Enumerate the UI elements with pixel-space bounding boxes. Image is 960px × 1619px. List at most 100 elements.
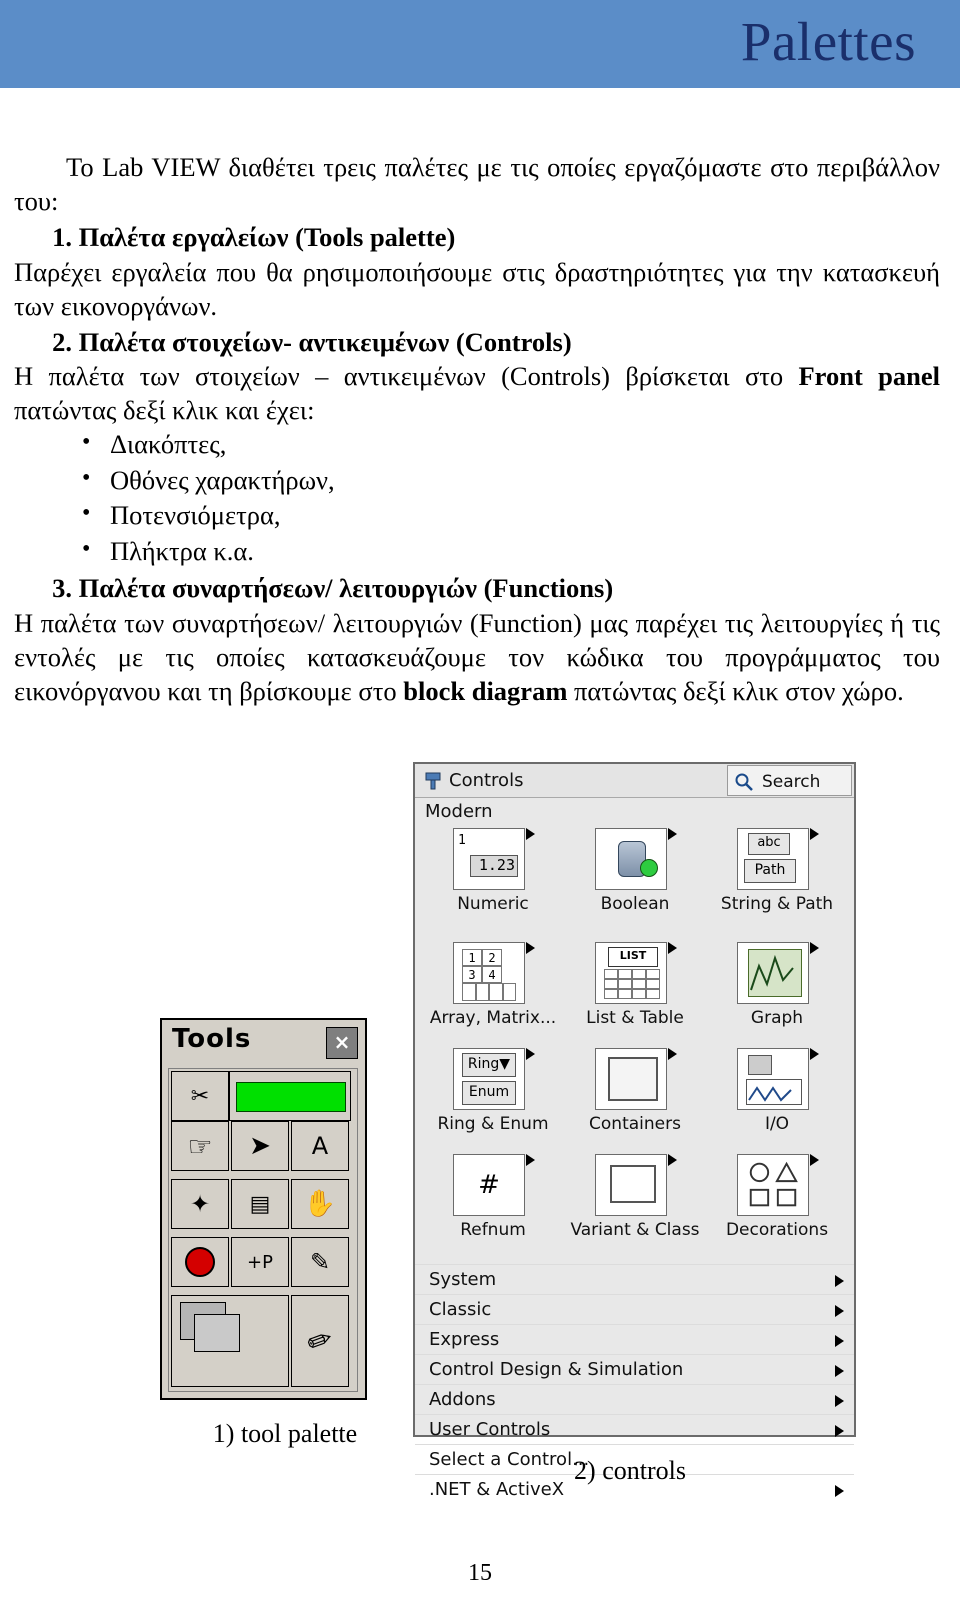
palette-item-label: Graph [750, 1008, 804, 1028]
operate-value-tool[interactable]: ✂ [171, 1071, 229, 1121]
chevron-right-icon [810, 1154, 819, 1166]
color-copy-tool[interactable]: ✎ [291, 1237, 349, 1287]
ring-chip: Ring▼ [462, 1053, 516, 1077]
numeric-icon: 1 1.23 [453, 828, 525, 890]
intro-paragraph: Το Lab VIEW διαθέτει τρεις παλέτες με τι… [14, 150, 940, 218]
breakpoint-tool[interactable] [171, 1237, 229, 1287]
list-chip: LIST [608, 947, 658, 967]
scroll-tool[interactable]: ✋ [291, 1179, 349, 1229]
controls-category-label: Modern [425, 801, 493, 822]
category-label: Addons [429, 1389, 496, 1410]
paintbrush-tool[interactable]: ✏ [291, 1295, 349, 1387]
item-3-text-b: block diagram [403, 675, 568, 706]
controls-category-modern[interactable]: Modern [415, 799, 854, 827]
io-icon [737, 1048, 809, 1110]
palette-item-ring-enum[interactable]: Ring▼ Enum Ring & Enum [423, 1048, 563, 1156]
category-row-classic[interactable]: Classic [415, 1294, 854, 1324]
palette-item-label: Boolean [600, 894, 670, 914]
positioning-tool[interactable]: ➤ [231, 1121, 289, 1171]
palette-item-boolean[interactable]: Boolean [565, 828, 705, 936]
hand-pointer-icon: ☞ [187, 1129, 213, 1163]
palette-item-label: Numeric [457, 894, 529, 914]
search-button[interactable]: Search [727, 765, 852, 796]
object-shortcut-menu-tool[interactable]: ▤ [231, 1179, 289, 1229]
graph-plot-area [748, 949, 802, 997]
wiring-tool[interactable]: ✦ [171, 1179, 229, 1229]
item-3-heading-line: 3. Παλέτα συναρτήσεων/ λειτουργιών (Func… [14, 571, 940, 605]
category-row-addons[interactable]: Addons [415, 1384, 854, 1414]
text-a-icon: A [311, 1132, 329, 1160]
search-label: Search [762, 772, 821, 792]
palette-item-array-matrix[interactable]: 1234 Array, Matrix... [423, 942, 563, 1050]
chevron-right-icon [835, 1485, 844, 1497]
scissors-icon: ✂ [190, 1083, 210, 1109]
palette-item-list-table[interactable]: LIST List & Table [565, 942, 705, 1050]
category-label: Express [429, 1329, 500, 1350]
chevron-right-icon [526, 1154, 535, 1166]
palette-item-label: I/O [764, 1114, 790, 1134]
palette-item-graph[interactable]: Graph [707, 942, 847, 1050]
boolean-icon [595, 828, 667, 890]
palette-item-label: List & Table [586, 1008, 684, 1028]
string-path-icon: abc Path [737, 828, 809, 890]
pin-icon[interactable] [423, 771, 443, 791]
palette-item-containers[interactable]: Containers [565, 1048, 705, 1156]
palette-item-string-path[interactable]: abc Path String & Path [707, 828, 847, 936]
item-2-heading: Παλέτα στοιχείων- αντικειμένων (Controls… [78, 326, 572, 357]
category-row-control-design[interactable]: Control Design & Simulation [415, 1354, 854, 1384]
chevron-right-icon [668, 942, 677, 954]
item-2-text-b: Front panel [798, 361, 940, 392]
list-item: Οθόνες χαρακτήρων, [82, 462, 940, 499]
tools-palette[interactable]: Tools × ✂ ☞ ➤ A ✦ ▤ ✋ +P ✎ ✏ [160, 1018, 367, 1400]
table-grid [604, 969, 660, 999]
item-1-heading: Παλέτα εργαλείων (Tools palette) [78, 222, 456, 253]
hand-tool[interactable]: ☞ [171, 1121, 229, 1171]
enum-chip: Enum [462, 1081, 516, 1105]
ring-enum-icon: Ring▼ Enum [453, 1048, 525, 1110]
controls-palette[interactable]: Controls Search Modern 1 1.23 Numeric Bo… [413, 762, 856, 1500]
probe-p-icon: +P [247, 1251, 273, 1273]
decorations-icon [737, 1154, 809, 1216]
controls-palette-title: Controls [449, 770, 524, 791]
palette-item-decorations[interactable]: Decorations [707, 1154, 847, 1262]
palette-item-label: Refnum [460, 1220, 526, 1240]
item-1-heading-line: 1. Παλέτα εργαλείων (Tools palette) [14, 220, 940, 254]
palette-item-label: Ring & Enum [437, 1114, 549, 1134]
chevron-right-icon [810, 1048, 819, 1060]
item-1-number: 1. [52, 222, 72, 253]
chevron-right-icon [526, 942, 535, 954]
color-swatch-tool[interactable] [171, 1295, 289, 1387]
category-row-express[interactable]: Express [415, 1324, 854, 1354]
page-number: 15 [468, 1560, 492, 1586]
palette-item-numeric[interactable]: 1 1.23 Numeric [423, 828, 563, 936]
palette-item-io[interactable]: I/O [707, 1048, 847, 1156]
eyedropper-icon: ✎ [309, 1248, 331, 1276]
category-row-system[interactable]: System [415, 1264, 854, 1294]
labeling-tool[interactable]: A [291, 1121, 349, 1171]
chevron-right-icon [835, 1395, 844, 1407]
palette-item-label: String & Path [720, 894, 834, 914]
intro-line-1-text: Το Lab VIEW διαθέτει τρεις παλέτες με τι… [66, 152, 762, 182]
item-3-heading: Παλέτα συναρτήσεων/ λειτουργιών (Functio… [78, 573, 614, 604]
paintbrush-icon: ✏ [302, 1320, 338, 1362]
palette-item-refnum[interactable]: # Refnum [423, 1154, 563, 1262]
numeric-digit: 1 [458, 833, 466, 848]
refnum-icon: # [453, 1154, 525, 1216]
palette-item-label: Containers [589, 1114, 681, 1134]
chevron-right-icon [835, 1275, 844, 1287]
item-2-heading-line: 2. Παλέτα στοιχείων- αντικειμένων (Contr… [14, 325, 940, 359]
palette-item-variant-class[interactable]: Variant & Class [565, 1154, 705, 1262]
chevron-right-icon [835, 1425, 844, 1437]
variant-class-icon [595, 1154, 667, 1216]
container-frame [608, 1057, 658, 1101]
led-indicator[interactable] [229, 1071, 351, 1121]
list-item: Ποτενσιόμετρα, [82, 497, 940, 534]
probe-tool[interactable]: +P [231, 1237, 289, 1287]
chevron-right-icon [668, 1154, 677, 1166]
close-icon[interactable]: × [326, 1027, 358, 1059]
green-led-icon [236, 1082, 346, 1112]
category-row-user-controls[interactable]: User Controls [415, 1414, 854, 1444]
list-item: Διακόπτες, [82, 426, 940, 463]
graph-icon [737, 942, 809, 1004]
chevron-right-icon [810, 828, 819, 840]
